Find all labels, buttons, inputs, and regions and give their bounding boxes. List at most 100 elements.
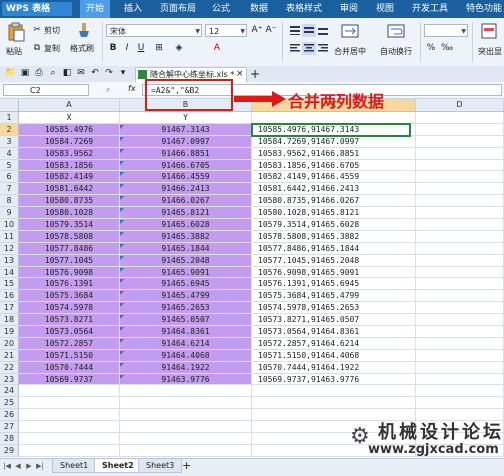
cell-a[interactable]: 10578.5808 [19, 230, 120, 243]
cell-d[interactable] [416, 183, 504, 196]
menu-tab-features[interactable]: 特色功能 [466, 0, 502, 18]
export-pdf-icon[interactable]: ◧ [60, 67, 74, 80]
cell-c[interactable]: 10584.7269,91467.0997 [252, 135, 416, 148]
sheet-tab-sheet3[interactable]: Sheet3 [138, 459, 183, 473]
align-left-button[interactable] [288, 42, 302, 55]
cell-a[interactable]: 10575.3684 [19, 290, 120, 303]
cell-a[interactable]: 10573.0564 [19, 326, 120, 338]
cell-b[interactable]: 91466.8851 [120, 147, 252, 160]
align-bottom-button[interactable] [316, 24, 330, 37]
cell-a[interactable]: 10572.2857 [19, 337, 120, 350]
cell-a[interactable] [19, 444, 120, 457]
cell-b[interactable]: 91467.3143 [120, 123, 252, 136]
cell-c[interactable]: 10578.5808,91465.3882 [252, 230, 416, 243]
cell-b[interactable]: 91464.4068 [120, 349, 252, 362]
cell-b[interactable] [120, 385, 252, 398]
cell-a[interactable]: 10576.1391 [19, 278, 120, 291]
last-sheet-icon[interactable]: ▶| [35, 461, 45, 471]
magnifier-icon[interactable]: ⌕ [106, 84, 110, 96]
cell-b[interactable]: 91464.1922 [120, 361, 252, 374]
format-painter-button[interactable]: 格式刷 [70, 42, 94, 54]
row-header[interactable]: 29 [0, 444, 19, 457]
cell-c[interactable]: 10580.8735,91466.0267 [252, 195, 416, 208]
menu-tab-developer[interactable]: 开发工具 [412, 0, 448, 18]
row-header[interactable]: 10 [0, 219, 19, 231]
cell-c[interactable]: 10570.7444,91464.1922 [252, 361, 416, 374]
align-right-button[interactable] [316, 42, 330, 55]
row-header[interactable]: 7 [0, 183, 19, 196]
align-center-button[interactable] [302, 42, 316, 55]
cell-a[interactable]: 10582.4149 [19, 171, 120, 184]
align-top-button[interactable] [288, 24, 302, 37]
cell-d[interactable] [416, 266, 504, 279]
merge-center-button[interactable]: 合并居中 [334, 46, 366, 57]
cell-b[interactable]: 91463.9776 [120, 373, 252, 386]
cell-a[interactable]: 10583.9562 [19, 147, 120, 160]
cell-b[interactable]: 91464.8361 [120, 326, 252, 338]
cell-c[interactable]: 10573.8271,91465.0507 [252, 314, 416, 327]
grow-font-button[interactable]: A⁺ [250, 24, 264, 37]
align-middle-button[interactable] [302, 24, 316, 37]
cell-a[interactable] [19, 433, 120, 445]
cell-c[interactable] [252, 397, 416, 410]
cell-d[interactable] [416, 112, 504, 124]
percent-button[interactable]: % [424, 42, 438, 55]
cell-c[interactable]: 10575.3684,91465.4799 [252, 290, 416, 303]
row-header[interactable]: 1 [0, 112, 19, 124]
cell-c[interactable]: 10580.1028,91465.8121 [252, 207, 416, 220]
cell-c[interactable]: 10572.2857,91464.6214 [252, 337, 416, 350]
cell-d[interactable] [416, 278, 504, 291]
cell-a[interactable]: 10579.3514 [19, 219, 120, 231]
cell-b[interactable] [120, 409, 252, 422]
cell-d[interactable] [416, 290, 504, 303]
print-preview-icon[interactable]: ⌕ [46, 67, 60, 80]
row-header[interactable]: 3 [0, 135, 19, 148]
cell-a[interactable]: 10581.6442 [19, 183, 120, 196]
cell-a[interactable]: 10580.8735 [19, 195, 120, 208]
row-header[interactable]: 11 [0, 230, 19, 243]
email-icon[interactable]: ✉ [74, 67, 88, 80]
open-folder-icon[interactable]: 📁 [4, 67, 18, 80]
cell-c[interactable]: 10577.1045,91465.2048 [252, 254, 416, 267]
cell-c[interactable]: 10576.9098,91465.9091 [252, 266, 416, 279]
cell-d[interactable] [416, 302, 504, 315]
cell-b[interactable]: 91466.2413 [120, 183, 252, 196]
row-header[interactable]: 22 [0, 361, 19, 374]
cell-b[interactable]: 91465.6945 [120, 278, 252, 291]
cell-d[interactable] [416, 397, 504, 410]
cell-a[interactable]: 10576.9098 [19, 266, 120, 279]
cell-b[interactable]: 91466.4559 [120, 171, 252, 184]
name-box[interactable]: C2 [3, 84, 89, 96]
cell-b[interactable] [120, 433, 252, 445]
fill-color-button[interactable]: ◈ [172, 42, 186, 55]
cell-c[interactable]: 10583.1856,91466.6705 [252, 159, 416, 172]
cell-d[interactable] [416, 171, 504, 184]
cell-b[interactable]: 91467.0997 [120, 135, 252, 148]
copy-button[interactable]: ⧉ 复制 [30, 42, 60, 54]
select-all-corner[interactable] [0, 99, 19, 112]
close-tab-icon[interactable]: × [236, 67, 244, 81]
cell-d[interactable] [416, 349, 504, 362]
insert-function-button[interactable]: fx [128, 84, 136, 93]
menu-tab-insert[interactable]: 插入 [124, 0, 142, 18]
cell-b[interactable]: 91465.4799 [120, 290, 252, 303]
cell-a[interactable]: 10569.9737 [19, 373, 120, 386]
cell-c[interactable]: 10583.9562,91466.8851 [252, 147, 416, 160]
cell-c[interactable]: 10571.5150,91464.4068 [252, 349, 416, 362]
new-tab-icon[interactable]: + [250, 66, 260, 82]
row-header[interactable]: 19 [0, 326, 19, 338]
first-sheet-icon[interactable]: |◀ [2, 461, 12, 471]
print-icon[interactable]: ⎙ [32, 67, 46, 80]
cell-a[interactable]: 10584.7269 [19, 135, 120, 148]
app-menu-button[interactable]: WPS 表格 [2, 2, 72, 16]
cell-a[interactable]: 10574.5978 [19, 302, 120, 315]
redo-icon[interactable]: ↷ [102, 67, 116, 80]
cell-d[interactable] [416, 254, 504, 267]
cell-a[interactable]: 10580.1028 [19, 207, 120, 220]
row-header[interactable]: 16 [0, 290, 19, 303]
cell-a[interactable]: 10583.1856 [19, 159, 120, 172]
cell-d[interactable] [416, 135, 504, 148]
sheet-tab-sheet2[interactable]: Sheet2 [94, 459, 142, 473]
row-header[interactable]: 18 [0, 314, 19, 327]
row-header[interactable]: 13 [0, 254, 19, 267]
